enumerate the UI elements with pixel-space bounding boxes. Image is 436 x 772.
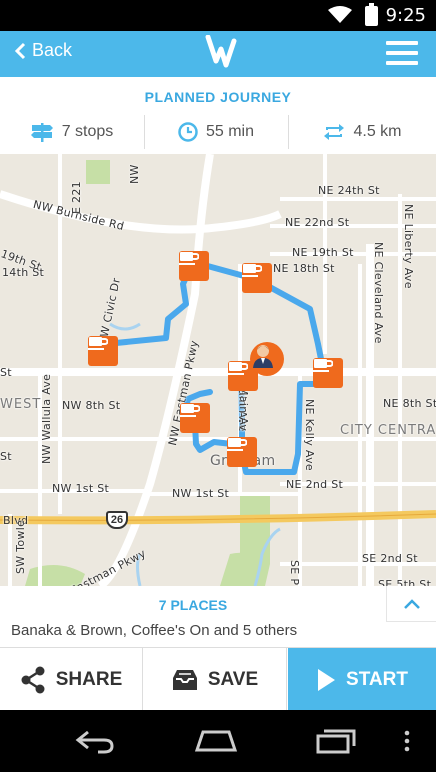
map-label-st2: St <box>0 450 12 463</box>
chevron-up-icon <box>403 598 420 609</box>
status-bar: 9:25 <box>0 0 436 31</box>
map-label-ne24: NE 24th St <box>318 184 380 197</box>
duration-stat: 55 min <box>144 115 287 149</box>
menu-line <box>386 51 418 55</box>
map-label-ne8: NE 8th St <box>383 397 436 410</box>
map-label-citycentral: CITY CENTRAL <box>340 423 436 438</box>
status-time: 9:25 <box>385 5 426 26</box>
distance-stat: 4.5 km <box>288 115 436 149</box>
clock-icon <box>178 122 198 142</box>
save-button[interactable]: SAVE <box>144 648 287 711</box>
expand-places-button[interactable] <box>386 586 436 622</box>
menu-line <box>386 61 418 65</box>
places-summary: Banaka & Brown, Coffee's On and 5 others <box>11 622 298 639</box>
coffee-pin[interactable] <box>242 263 272 293</box>
journey-title: PLANNED JOURNEY <box>144 89 292 105</box>
back-button[interactable]: Back <box>14 40 72 61</box>
battery-icon <box>365 3 378 26</box>
user-avatar-icon <box>253 345 273 368</box>
stops-stat: 7 stops <box>0 115 143 149</box>
start-button[interactable]: START <box>288 648 436 711</box>
journey-header: PLANNED JOURNEY 7 stops 55 min 4.5 km <box>0 77 436 154</box>
distance-arrows-icon <box>324 124 345 140</box>
map-label-nw1: NW 1st St <box>52 482 110 495</box>
coffee-pin[interactable] <box>88 336 118 366</box>
stops-value: 7 stops <box>61 123 114 140</box>
coffee-cup-icon <box>313 359 333 372</box>
map-label-wallula: NW Wallula Ave <box>40 373 53 464</box>
map-label-cleveland: NE Cleveland Ave <box>372 242 385 344</box>
app-logo-icon <box>205 35 237 68</box>
menu-line <box>386 41 418 45</box>
map-label-se: SE P <box>288 560 301 586</box>
map-label-se5: SE 5th St <box>378 578 432 586</box>
map-label-ne19: NE 19th St <box>292 246 354 259</box>
android-nav-bar <box>0 710 436 772</box>
menu-button[interactable] <box>386 41 418 67</box>
duration-value: 55 min <box>205 123 255 140</box>
map-label-nw8: NW 8th St <box>62 399 121 412</box>
distance-value: 4.5 km <box>353 123 402 140</box>
map-label-ne22: NE 22nd St <box>285 216 350 229</box>
map-label-ne2nd: NE 2nd St <box>286 478 344 491</box>
map-label-nw: NW <box>128 164 141 184</box>
share-label: SHARE <box>55 668 123 690</box>
home-nav-icon[interactable] <box>193 728 239 754</box>
share-icon <box>21 666 45 693</box>
map-label-st: St <box>0 366 12 379</box>
coffee-cup-icon <box>88 337 108 350</box>
save-tray-icon <box>172 669 197 690</box>
back-nav-icon[interactable] <box>74 728 116 754</box>
coffee-pin[interactable] <box>180 403 210 433</box>
map-label-west: WEST <box>0 397 42 412</box>
chevron-left-icon <box>14 42 26 59</box>
places-panel: 7 PLACES Banaka & Brown, Coffee's On and… <box>0 586 436 647</box>
map-label-liberty: NE Liberty Ave <box>402 204 415 289</box>
coffee-pin[interactable] <box>179 251 209 281</box>
save-label: SAVE <box>207 668 259 690</box>
top-bar: Back <box>0 31 436 77</box>
coffee-pin[interactable] <box>227 437 257 467</box>
coffee-cup-icon <box>242 264 262 277</box>
start-label: START <box>346 668 408 690</box>
recents-nav-icon[interactable] <box>316 728 356 754</box>
route-map[interactable]: NW Burnside Rd NE 24th St NE 22nd St NE … <box>0 154 436 586</box>
overflow-menu-icon[interactable] <box>404 730 410 752</box>
highway-shield-icon: 26 <box>106 511 128 529</box>
coffee-cup-icon <box>179 252 199 265</box>
places-count: 7 PLACES <box>158 597 228 613</box>
map-label-nw1b: NW 1st St <box>172 487 230 500</box>
map-label-nw14: 14th St <box>2 266 45 279</box>
signpost-icon <box>30 123 53 142</box>
coffee-cup-icon <box>180 404 200 417</box>
highway-number: 26 <box>110 514 124 526</box>
play-icon <box>318 668 336 691</box>
coffee-cup-icon <box>228 362 248 375</box>
map-label-ne18: NE 18th St <box>273 262 335 275</box>
action-bar: SHARE SAVE START <box>0 647 436 711</box>
coffee-cup-icon <box>227 438 247 451</box>
wifi-icon <box>328 6 352 23</box>
user-location-marker[interactable] <box>250 342 284 376</box>
map-label-sw: SW Towle <box>14 519 27 574</box>
map-label-e221: E 221 <box>70 181 83 214</box>
map-label-se2: SE 2nd St <box>362 552 418 565</box>
share-button[interactable]: SHARE <box>0 648 143 711</box>
back-label: Back <box>32 40 73 60</box>
coffee-pin[interactable] <box>313 358 343 388</box>
map-label-main: Main Av <box>237 386 250 432</box>
map-label-kelly: NE Kelly Ave <box>303 399 316 471</box>
